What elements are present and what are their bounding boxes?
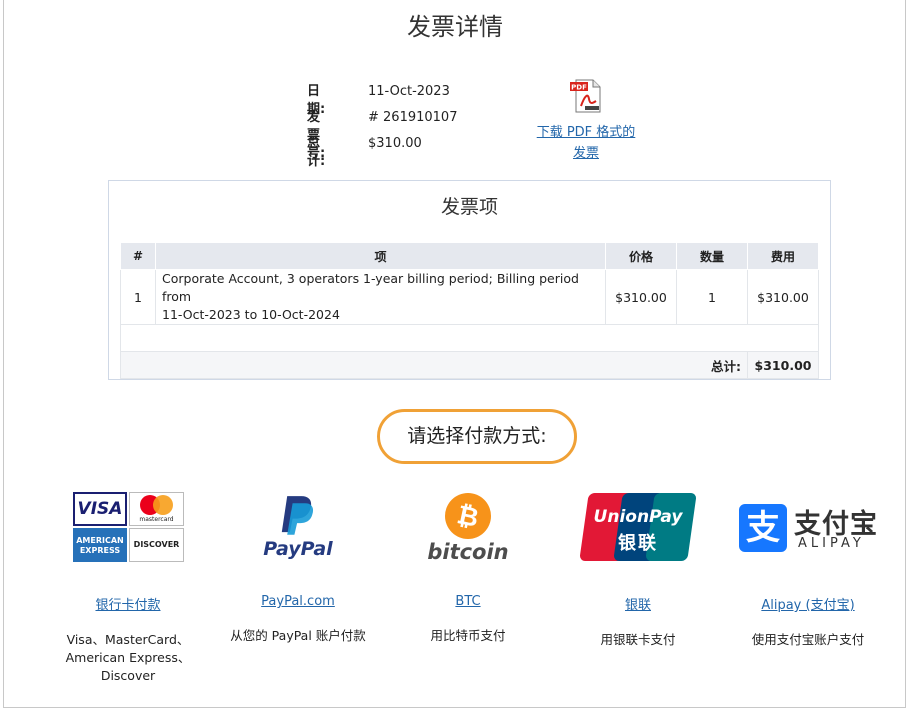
- amex-logo: AMERICAN EXPRESS: [73, 528, 127, 562]
- card-desc-line1: Visa、MasterCard、: [66, 632, 190, 647]
- payment-method-alipay: 支 支付宝 ALIPAY Alipay (支付宝) 使用支付宝账户支付: [718, 490, 898, 649]
- table-total-label: 总计:: [120, 351, 748, 379]
- paypal-wordmark-text: PayPal: [263, 538, 333, 560]
- mastercard-logo-text: mastercard: [139, 516, 174, 523]
- mastercard-logo: mastercard: [129, 492, 184, 526]
- total-label: 总计:: [307, 136, 326, 169]
- payment-method-prompt: 请选择付款方式:: [377, 409, 577, 464]
- card-desc-line2: American Express、: [65, 650, 191, 665]
- payment-method-card: VISA mastercard AMERICAN EXPRESS DISCOVE…: [38, 490, 218, 685]
- visa-logo: VISA: [73, 492, 127, 526]
- pdf-icon[interactable]: PDF: [569, 79, 603, 113]
- page-title: 发票详情: [407, 13, 503, 41]
- unionpay-card-shape: UnionPay 银联: [579, 493, 697, 561]
- total-value: $310.00: [368, 136, 422, 151]
- unionpay-payment-description: 用银联卡支付: [548, 631, 728, 649]
- total-row: 总计: $310.00: [120, 351, 819, 379]
- payment-method-btc: ₿ bitcoin BTC 用比特币支付: [378, 490, 558, 645]
- discover-logo: DISCOVER: [129, 528, 184, 562]
- paypal-wordmark: PayPal: [208, 538, 388, 560]
- row-price: $310.00: [605, 269, 677, 325]
- btc-payment-description: 用比特币支付: [378, 627, 558, 645]
- row-description-line2: 11-Oct-2023 to 10-Oct-2024: [162, 307, 340, 322]
- col-header-qty: 数量: [676, 242, 748, 270]
- paypal-logo[interactable]: PayPal: [208, 490, 388, 566]
- unionpay-payment-link[interactable]: 银联: [548, 594, 728, 613]
- card-desc-line3: Discover: [100, 668, 156, 683]
- invoice-items-panel: 发票项 # 项 价格 数量 费用 1 Corporate Account, 3 …: [108, 180, 831, 380]
- row-description: Corporate Account, 3 operators 1-year bi…: [155, 269, 606, 325]
- row-cost: $310.00: [747, 269, 819, 325]
- btc-payment-link[interactable]: BTC: [378, 594, 558, 609]
- amex-logo-text1: AMERICAN: [76, 536, 124, 545]
- paypal-desc-line1: 从您的 PayPal 账户付款: [230, 628, 366, 643]
- card-logos[interactable]: VISA mastercard AMERICAN EXPRESS DISCOVE…: [38, 490, 218, 566]
- alipay-icon: 支: [739, 504, 787, 552]
- unionpay-logo[interactable]: UnionPay 银联: [548, 490, 728, 566]
- col-header-price: 价格: [605, 242, 677, 270]
- blank-cell: [120, 324, 819, 352]
- btc-desc-line1: 用比特币支付: [430, 628, 506, 643]
- visa-logo-text: VISA: [77, 499, 123, 519]
- pdf-download-link[interactable]: 下载 PDF 格式的 发票: [537, 125, 636, 161]
- discover-logo-text: DISCOVER: [133, 540, 180, 549]
- table-total-value: $310.00: [747, 351, 819, 379]
- row-num: 1: [120, 269, 156, 325]
- alipay-logo[interactable]: 支 支付宝 ALIPAY: [718, 490, 898, 566]
- col-header-cost: 费用: [747, 242, 819, 270]
- col-header-num: #: [120, 242, 156, 270]
- invoice-items-table: # 项 价格 数量 费用 1 Corporate Account, 3 oper…: [120, 242, 819, 379]
- alipay-desc-line1: 使用支付宝账户支付: [751, 632, 865, 647]
- payment-method-paypal: PayPal PayPal.com 从您的 PayPal 账户付款: [208, 490, 388, 645]
- table-header-row: # 项 价格 数量 费用: [120, 242, 819, 270]
- pdf-icon-text: PDF: [571, 84, 587, 92]
- bitcoin-logo[interactable]: ₿ bitcoin: [378, 490, 558, 566]
- bitcoin-wordmark: bitcoin: [427, 540, 509, 564]
- alipay-payment-description: 使用支付宝账户支付: [718, 631, 898, 649]
- row-description-line1: Corporate Account, 3 operators 1-year bi…: [162, 271, 579, 304]
- card-payment-link[interactable]: 银行卡付款: [38, 594, 218, 613]
- items-title: 发票项: [440, 196, 498, 218]
- table-row: 1 Corporate Account, 3 operators 1-year …: [120, 269, 819, 325]
- paypal-payment-link[interactable]: PayPal.com: [208, 594, 388, 609]
- alipay-wordmark-en: ALIPAY: [798, 536, 865, 551]
- row-qty: 1: [676, 269, 748, 325]
- amex-logo-text2: EXPRESS: [79, 546, 121, 555]
- paypal-payment-description: 从您的 PayPal 账户付款: [208, 627, 388, 645]
- pdf-link-line1: 下载 PDF 格式的: [536, 125, 636, 140]
- unionpay-chinese: 银联: [618, 533, 658, 554]
- card-payment-description: Visa、MasterCard、 American Express、 Disco…: [38, 631, 218, 685]
- payment-method-unionpay: UnionPay 银联 银联 用银联卡支付: [548, 490, 728, 649]
- unionpay-desc-line1: 用银联卡支付: [600, 632, 676, 647]
- blank-row: [120, 324, 819, 352]
- pdf-link-line2: 发票: [572, 146, 599, 161]
- pdf-download: PDF 下载 PDF 格式的 发票: [528, 79, 644, 163]
- bitcoin-icon: ₿: [445, 493, 491, 539]
- col-header-item: 项: [155, 242, 606, 270]
- date-value: 11-Oct-2023: [368, 84, 450, 99]
- paypal-p-icon: [281, 496, 314, 535]
- alipay-payment-link[interactable]: Alipay (支付宝): [718, 594, 898, 613]
- invoice-number-value: # 261910107: [368, 110, 458, 125]
- unionpay-wordmark: UnionPay: [593, 507, 683, 527]
